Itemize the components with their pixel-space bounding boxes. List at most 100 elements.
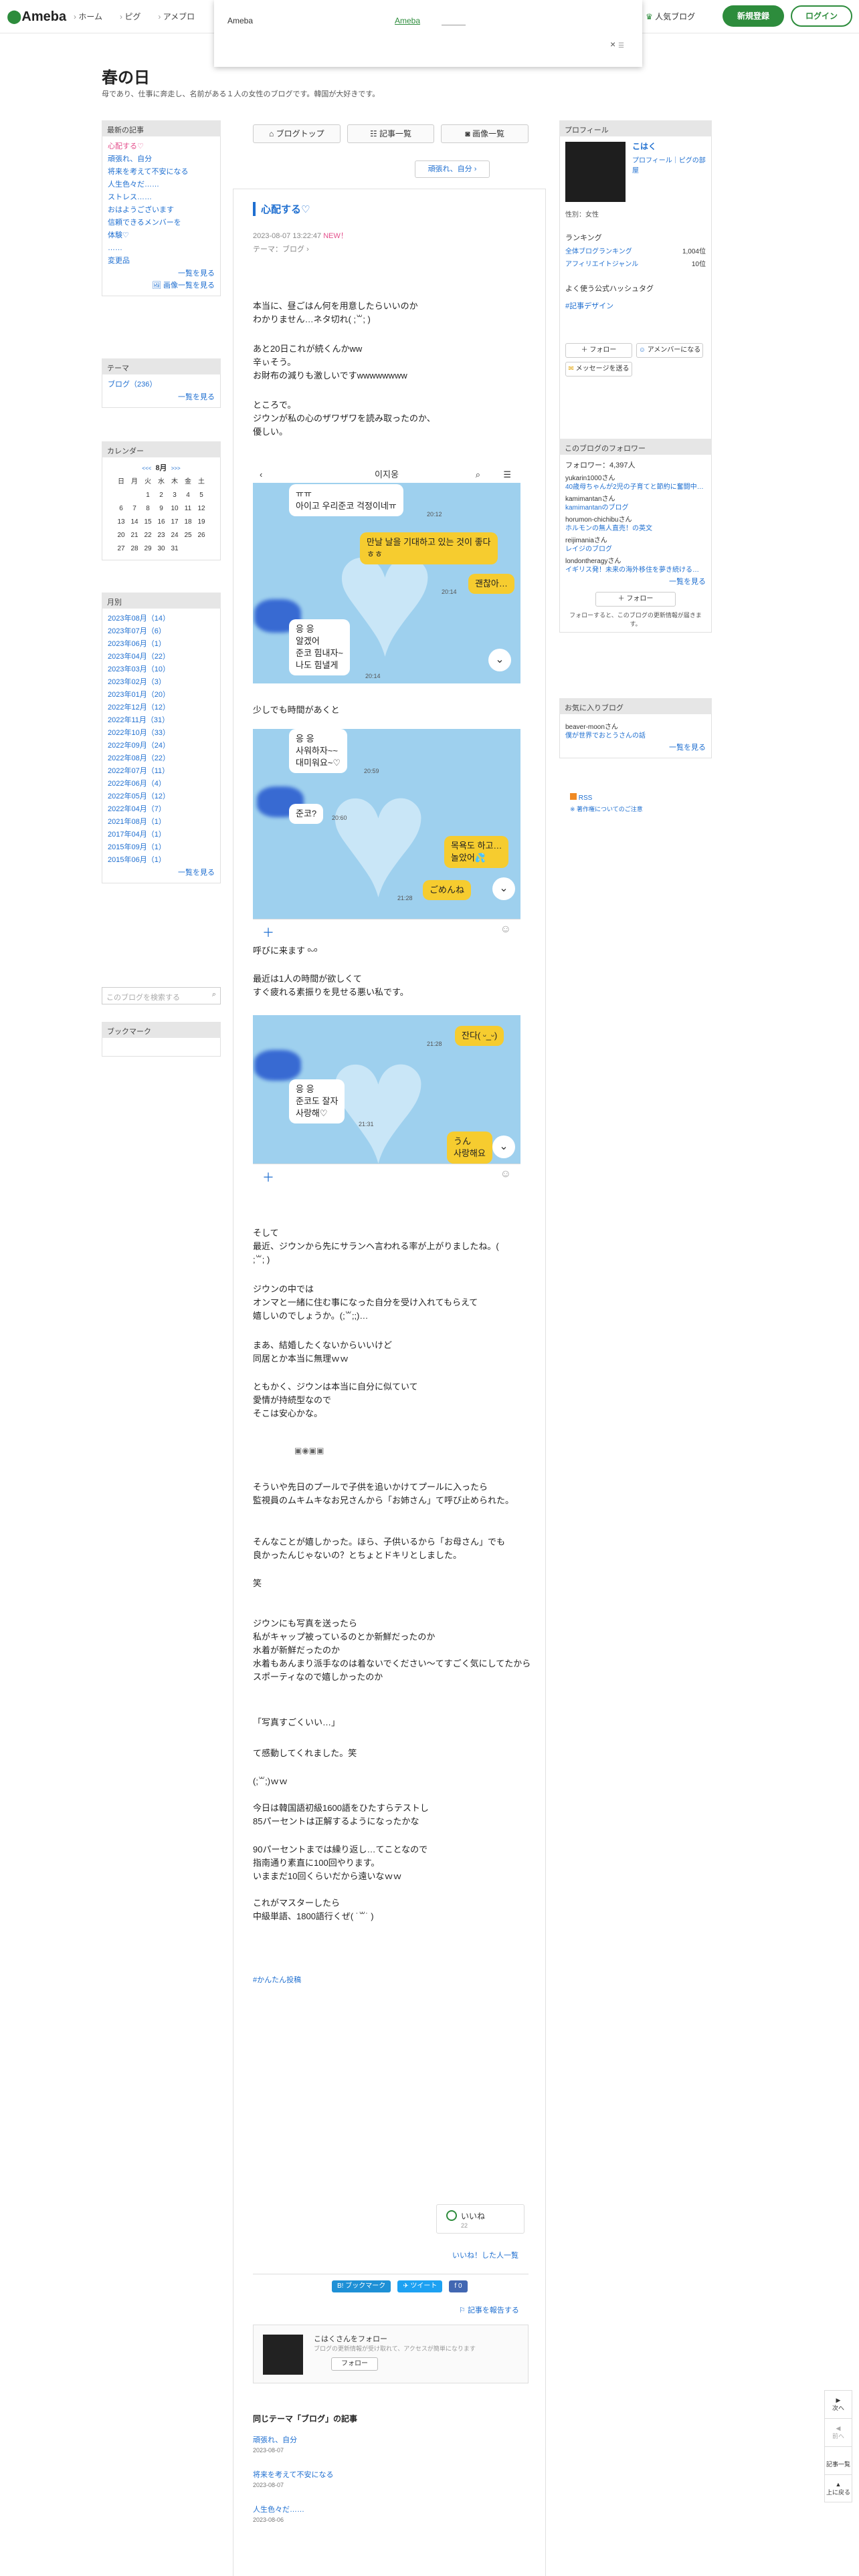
day[interactable]: 15 [141, 516, 155, 529]
archive-month[interactable]: 2015年06月（1） [108, 854, 215, 867]
follow-button[interactable]: フォロー [331, 2357, 378, 2371]
tab-image-list[interactable]: ◙ 画像一覧 [441, 124, 529, 143]
recent-more-link[interactable]: 一覧を見る [108, 267, 215, 280]
ameba-logo[interactable]: ⬤Ameba [7, 8, 66, 25]
archive-month[interactable]: 2023年03月（10） [108, 663, 215, 676]
follower-name[interactable]: horumon-chichibuさん [565, 514, 706, 524]
recent-entry[interactable]: 人生色々だ…… [108, 179, 215, 191]
follower-name[interactable]: londontheragyさん [565, 555, 706, 565]
archive-month[interactable]: 2022年10月（33） [108, 727, 215, 740]
day[interactable]: 22 [141, 529, 155, 542]
archive-month[interactable]: 2023年02月（3） [108, 676, 215, 689]
archive-month[interactable]: 2023年04月（22） [108, 651, 215, 663]
profile-avatar[interactable] [565, 142, 626, 202]
archive-month[interactable]: 2022年12月（12） [108, 702, 215, 714]
signup-button[interactable]: 新規登録 [723, 5, 784, 27]
day[interactable]: 4 [181, 489, 195, 502]
follower-name[interactable]: reijimaniaさん [565, 534, 706, 544]
nav-pigg[interactable]: ピグ [120, 11, 140, 22]
archive-month[interactable]: 2022年04月（7） [108, 803, 215, 816]
article-title[interactable]: 心配する♡ [253, 202, 310, 216]
day[interactable]: 9 [155, 502, 168, 516]
nav-home[interactable]: ホーム [74, 11, 102, 22]
archive-month[interactable]: 2022年08月（22） [108, 752, 215, 765]
day[interactable]: 23 [155, 529, 168, 542]
ranking-link[interactable]: アフィリエイトジャンル [565, 258, 638, 268]
theme-more-link[interactable]: 一覧を見る [108, 391, 215, 403]
follow-button[interactable]: ＋ フォロー [565, 343, 632, 358]
day[interactable]: 2 [155, 489, 168, 502]
recent-entry[interactable]: 信頼できるメンバーを [108, 217, 215, 229]
ad-link[interactable]: Ameba [395, 16, 420, 25]
day[interactable]: 19 [195, 516, 208, 529]
same-theme-link[interactable]: 人生色々だ…… [253, 2506, 304, 2514]
day[interactable]: 14 [128, 516, 141, 529]
day[interactable]: 8 [141, 502, 155, 516]
archive-month[interactable]: 2015年09月（1） [108, 841, 215, 854]
archive-month[interactable]: 2017年04月（1） [108, 829, 215, 841]
blog-title[interactable]: 春の日 [102, 64, 150, 88]
day[interactable]: 28 [128, 542, 141, 556]
day[interactable]: 12 [195, 502, 208, 516]
archive-month[interactable]: 2023年07月（6） [108, 625, 215, 638]
tweet-button[interactable]: ✈ ツイート [397, 2280, 443, 2292]
ranking-link[interactable]: 全体ブログランキング [565, 245, 632, 255]
message-button[interactable]: ✉ メッセージを送る [565, 362, 632, 377]
day[interactable]: 25 [181, 529, 195, 542]
facebook-share-button[interactable]: f 0 [449, 2280, 468, 2292]
day[interactable]: 18 [181, 516, 195, 529]
report-link[interactable]: ⚐ 記事を報告する [459, 2304, 519, 2315]
tab-blog-top[interactable]: ⌂ ブログトップ [253, 124, 341, 143]
recent-entry[interactable]: 体験♡ [108, 229, 215, 242]
favorite-blog-link[interactable]: 僕が世界でおとうさんの話 [565, 731, 706, 742]
prev-button[interactable]: ◀ 前へ [825, 2419, 852, 2447]
ad-close-button[interactable]: × ☰ [610, 39, 624, 49]
day[interactable]: 3 [168, 489, 181, 502]
next-button[interactable]: ▶ 次へ [825, 2391, 852, 2419]
archive-month[interactable]: 2022年06月（4） [108, 778, 215, 790]
archive-month[interactable]: 2021年08月（1） [108, 816, 215, 829]
hatena-bookmark-button[interactable]: B! ブックマーク [332, 2280, 391, 2292]
profile-hashtag[interactable]: #記事デザイン [565, 300, 706, 311]
recent-entry[interactable]: 心配する♡ [108, 140, 215, 153]
tab-entry-list[interactable]: ☷ 記事一覧 [347, 124, 435, 143]
recent-entry[interactable]: おはようございます [108, 204, 215, 217]
follower-blog[interactable]: イギリス発！未来の海外移住を夢き続ける… [565, 565, 706, 576]
calendar-next[interactable]: >>> [171, 465, 181, 471]
follower-name[interactable]: yukarin1000さん [565, 472, 706, 482]
day[interactable]: 21 [128, 529, 141, 542]
nav-ameblo[interactable]: アメブロ [158, 11, 195, 22]
login-button[interactable]: ログイン [791, 5, 852, 27]
day[interactable]: 27 [114, 542, 128, 556]
day[interactable]: 17 [168, 516, 181, 529]
day[interactable]: 24 [168, 529, 181, 542]
day[interactable]: 26 [195, 529, 208, 542]
archive-month[interactable]: 2022年07月（11） [108, 765, 215, 778]
day[interactable]: 5 [195, 489, 208, 502]
recent-entry[interactable]: 変更品 [108, 255, 215, 267]
theme-item[interactable]: ブログ（236） [108, 379, 215, 391]
recent-entry[interactable]: ストレス…… [108, 191, 215, 204]
rss-link[interactable]: RSS [570, 793, 704, 802]
day[interactable]: 16 [155, 516, 168, 529]
day[interactable]: 1 [141, 489, 155, 502]
day[interactable]: 11 [181, 502, 195, 516]
copyright-note-link[interactable]: ※ 著作権についてのご注意 [570, 804, 704, 813]
same-theme-link[interactable]: 将来を考えて不安になる [253, 2471, 333, 2479]
hashtag-link[interactable]: #かんたん投稿 [253, 1974, 301, 1985]
monthly-more-link[interactable]: 一覧を見る [108, 867, 215, 879]
archive-month[interactable]: 2023年06月（1） [108, 638, 215, 651]
entry-list-button[interactable]: 記事一覧 [825, 2447, 852, 2475]
day[interactable]: 30 [155, 542, 168, 556]
favorite-name[interactable]: beaver-moonさん [565, 721, 706, 731]
day[interactable]: 20 [114, 529, 128, 542]
follower-blog[interactable]: レイジのブログ [565, 544, 706, 555]
archive-month[interactable]: 2022年05月（12） [108, 790, 215, 803]
archive-month[interactable]: 2022年11月（31） [108, 714, 215, 727]
follower-blog[interactable]: kamimantanのブログ [565, 503, 706, 514]
day[interactable]: 29 [141, 542, 155, 556]
recent-entry[interactable]: …… [108, 242, 215, 255]
day[interactable]: 13 [114, 516, 128, 529]
day[interactable]: 31 [168, 542, 181, 556]
recent-entry[interactable]: 頑張れ、自分 [108, 153, 215, 166]
